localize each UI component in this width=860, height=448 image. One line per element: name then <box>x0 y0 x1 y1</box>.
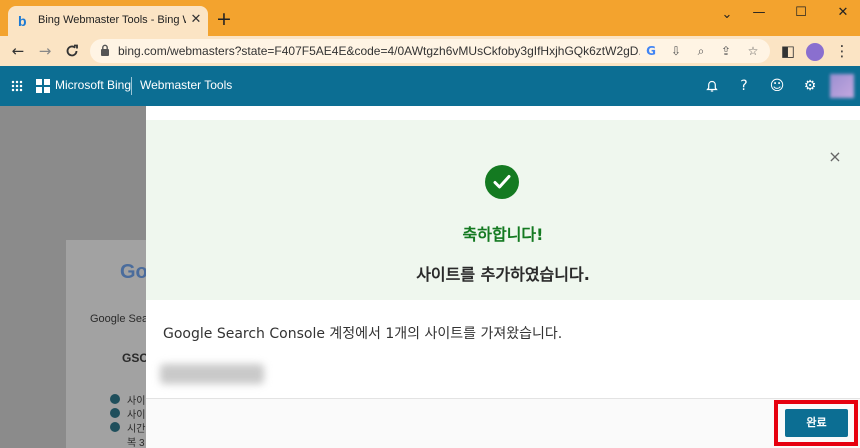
app-launcher-icon[interactable] <box>11 80 23 92</box>
tab-close-icon[interactable]: ✕ <box>188 11 204 29</box>
browser-toolbar: ← → bing.com/webmasters?state=F407F5AE4E… <box>0 36 860 66</box>
import-message: Google Search Console 계정에서 1개의 사이트를 가져왔습… <box>163 326 563 342</box>
url-text[interactable]: bing.com/webmasters?state=F407F5AE4E&cod… <box>118 44 640 58</box>
microsoft-logo-icon <box>36 79 50 93</box>
maximize-button[interactable]: ☐ <box>788 4 814 22</box>
background-text: Google Sea <box>90 313 149 325</box>
brand-name[interactable]: Microsoft Bing <box>55 78 131 92</box>
product-name[interactable]: Webmaster Tools <box>140 78 232 92</box>
google-logo-fragment: Go <box>120 261 148 283</box>
header-divider <box>131 77 132 95</box>
imported-site-redacted <box>160 364 264 384</box>
check-circle-icon <box>110 408 120 418</box>
background-list-item: 사이 <box>127 396 146 407</box>
dialog-footer <box>146 398 860 448</box>
share-icon[interactable]: ⇪ <box>717 42 735 60</box>
settings-gear-icon[interactable]: ⚙ <box>800 76 820 96</box>
check-circle-icon <box>110 422 120 432</box>
chevron-down-icon[interactable]: ⌄ <box>714 6 740 24</box>
success-dialog: × 축하합니다! 사이트를 추가하였습니다. Google Search Con… <box>146 106 860 448</box>
dialog-subtitle: 사이트를 추가하였습니다. <box>416 265 590 284</box>
user-avatar[interactable] <box>830 74 854 98</box>
bing-favicon-icon: b <box>18 13 27 29</box>
back-icon[interactable]: ← <box>8 41 28 61</box>
install-app-icon[interactable]: ⇩ <box>667 42 685 60</box>
background-list-item: 복 3 <box>127 438 145 448</box>
tab-title: Bing Webmaster Tools - Bing W <box>38 14 186 26</box>
forward-icon[interactable]: → <box>35 41 55 61</box>
bing-header: Microsoft Bing Webmaster Tools ? ☺ ⚙ <box>0 66 860 106</box>
bookmark-star-icon[interactable]: ☆ <box>744 42 762 60</box>
background-list-item: 시간 <box>127 424 146 435</box>
background-list-item: 사이 <box>127 410 146 421</box>
close-icon[interactable]: × <box>826 148 844 166</box>
new-tab-button[interactable]: + <box>214 9 234 29</box>
check-circle-icon <box>110 394 120 404</box>
close-window-button[interactable]: ✕ <box>830 4 856 22</box>
dialog-title: 축하합니다! <box>462 225 544 244</box>
background-heading: GSC <box>122 351 149 365</box>
success-check-icon <box>485 165 519 199</box>
menu-kebab-icon[interactable]: ⋮ <box>832 41 852 61</box>
done-button[interactable]: 완료 <box>785 409 848 437</box>
dialog-header: × 축하합니다! 사이트를 추가하였습니다. <box>146 120 860 300</box>
side-panel-icon[interactable]: ◧ <box>778 41 798 61</box>
lock-icon <box>101 44 109 56</box>
google-translate-icon[interactable]: G <box>642 42 660 60</box>
browser-tab[interactable]: b Bing Webmaster Tools - Bing W ✕ <box>8 6 208 36</box>
zoom-icon[interactable]: ⌕ <box>692 42 710 60</box>
minimize-button[interactable]: — <box>746 4 772 22</box>
profile-avatar[interactable] <box>806 43 824 61</box>
help-icon[interactable]: ? <box>734 76 754 96</box>
browser-titlebar: b Bing Webmaster Tools - Bing W ✕ + ⌄ — … <box>0 0 860 36</box>
bell-icon[interactable] <box>702 76 722 96</box>
feedback-smiley-icon[interactable]: ☺ <box>767 76 787 96</box>
reload-icon[interactable] <box>62 41 82 61</box>
address-bar[interactable]: bing.com/webmasters?state=F407F5AE4E&cod… <box>90 39 770 63</box>
